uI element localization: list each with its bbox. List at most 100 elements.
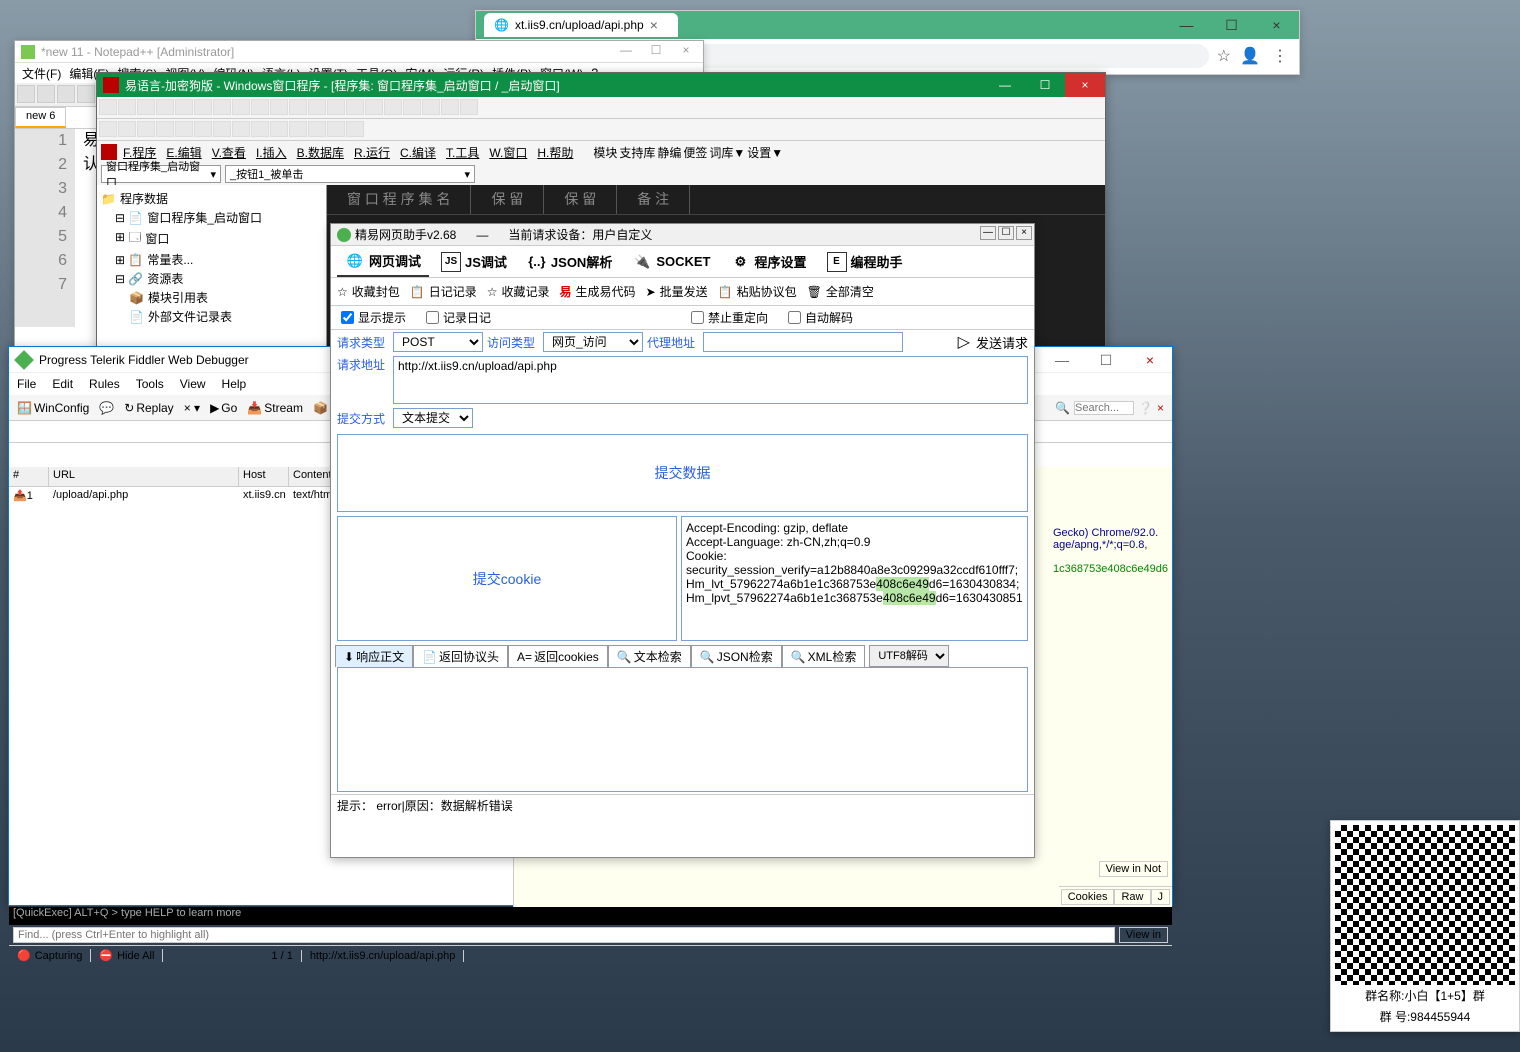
tree-root[interactable]: 📁 程序数据: [101, 189, 322, 208]
check-log[interactable]: 记录日记: [426, 309, 491, 326]
toolbar-button[interactable]: [308, 99, 326, 115]
close-icon[interactable]: ×: [1157, 401, 1164, 415]
toolbar-button[interactable]: [384, 99, 402, 115]
close-button[interactable]: ×: [1254, 11, 1299, 39]
chrome-tab[interactable]: 🌐 xt.iis9.cn/upload/api.php ×: [484, 13, 678, 37]
tree-item[interactable]: ⊞ 📋 常量表...: [101, 250, 322, 269]
close-button[interactable]: ×: [671, 43, 701, 61]
menu-item[interactable]: 词库▼: [709, 144, 745, 161]
replay-button[interactable]: ↻ Replay: [120, 401, 177, 415]
action-favorites[interactable]: ☆收藏记录: [487, 283, 550, 300]
tree-item[interactable]: ⊟ 🔗 资源表: [101, 269, 322, 288]
view-notepad-button[interactable]: View in Not: [1099, 861, 1168, 877]
toolbar-button[interactable]: [365, 99, 383, 115]
capturing-status[interactable]: 🔴 Capturing: [9, 949, 91, 962]
toolbar-button[interactable]: [156, 99, 174, 115]
maximize-button[interactable]: ☐: [998, 226, 1014, 240]
help-icon[interactable]: ❔: [1138, 401, 1153, 415]
tab-web-debug[interactable]: 🌐网页调试: [337, 247, 429, 277]
toolbar-button[interactable]: [460, 99, 478, 115]
json-tab[interactable]: J: [1151, 889, 1171, 905]
toolbar-button[interactable]: [175, 99, 193, 115]
toolbar-button[interactable]: [403, 99, 421, 115]
menu-item[interactable]: W.窗口: [485, 144, 531, 161]
quickexec-bar[interactable]: [QuickExec] ALT+Q > type HELP to learn m…: [9, 907, 1172, 925]
encoding-select[interactable]: UTF8解码: [869, 645, 949, 667]
menu-item[interactable]: Help: [222, 377, 247, 391]
menu-item[interactable]: File: [17, 377, 36, 391]
maximize-button[interactable]: ☐: [641, 43, 671, 61]
toolbar-button[interactable]: [441, 99, 459, 115]
tree-item[interactable]: ⊟ 📄 窗口程序集_启动窗口: [101, 208, 322, 227]
col-host[interactable]: Host: [239, 467, 289, 486]
winconfig-button[interactable]: 🪟 WinConfig: [13, 401, 93, 415]
toolbar-button[interactable]: [156, 121, 174, 137]
remove-button[interactable]: × ▾: [180, 401, 204, 415]
toolbar-button[interactable]: [194, 99, 212, 115]
toolbar-button[interactable]: [17, 85, 35, 103]
find-input[interactable]: [13, 927, 1115, 943]
minimize-button[interactable]: —: [1040, 347, 1084, 373]
comment-button[interactable]: 💬: [95, 401, 118, 415]
check-show-tip[interactable]: 显示提示: [341, 309, 406, 326]
close-icon[interactable]: ×: [650, 17, 658, 33]
toolbar-button[interactable]: [118, 99, 136, 115]
minimize-button[interactable]: —: [985, 73, 1025, 97]
toolbar-button[interactable]: [213, 99, 231, 115]
check-auto-decode[interactable]: 自动解码: [788, 309, 853, 326]
result-textarea[interactable]: [337, 667, 1028, 792]
menu-icon[interactable]: ⋮: [1269, 45, 1291, 67]
tab-response-headers[interactable]: 📄 返回协议头: [413, 645, 508, 667]
maximize-button[interactable]: ☐: [1209, 11, 1254, 39]
menu-item[interactable]: H.帮助: [533, 144, 577, 161]
cookie-textarea[interactable]: Accept-Encoding: gzip, deflate Accept-La…: [681, 516, 1028, 641]
toolbar-button[interactable]: [213, 121, 231, 137]
toolbar-button[interactable]: [194, 121, 212, 137]
toolbar-button[interactable]: [37, 85, 55, 103]
menu-item[interactable]: 模块: [593, 144, 617, 161]
toolbar-button[interactable]: [232, 121, 250, 137]
toolbar-button[interactable]: [118, 121, 136, 137]
menu-item[interactable]: 静编: [657, 144, 681, 161]
menu-item[interactable]: 文件(F): [19, 65, 64, 82]
menu-item[interactable]: T.工具: [442, 144, 483, 161]
maximize-button[interactable]: ☐: [1084, 347, 1128, 373]
menu-item[interactable]: View: [180, 377, 206, 391]
menu-item[interactable]: 便签: [683, 144, 707, 161]
menu-item[interactable]: C.编译: [396, 144, 440, 161]
star-icon[interactable]: ☆: [1217, 46, 1231, 66]
tab-response-cookies[interactable]: A= 返回cookies: [508, 645, 608, 667]
tab-text-search[interactable]: 🔍 文本检索: [608, 645, 691, 667]
toolbar-button[interactable]: [251, 99, 269, 115]
user-icon[interactable]: 👤: [1239, 45, 1261, 67]
hide-all-button[interactable]: ⛔ Hide All: [91, 949, 163, 962]
action-paste-packet[interactable]: 📋粘贴协议包: [718, 283, 797, 300]
toolbar-button[interactable]: [308, 121, 326, 137]
tab-xml-search[interactable]: 🔍 XML检索: [782, 645, 866, 667]
tab-settings[interactable]: ⚙程序设置: [723, 248, 815, 276]
search-box[interactable]: 🔍 ❔ ×: [1051, 401, 1168, 415]
toolbar-button[interactable]: [327, 121, 345, 137]
toolbar-button[interactable]: [289, 99, 307, 115]
tree-item[interactable]: 📦 模块引用表: [101, 288, 322, 307]
toolbar-button[interactable]: [327, 99, 345, 115]
close-button[interactable]: ×: [1128, 347, 1172, 373]
menu-item[interactable]: B.数据库: [293, 144, 348, 161]
close-button[interactable]: ×: [1065, 73, 1105, 97]
menu-item[interactable]: R.运行: [350, 144, 394, 161]
action-clear-all[interactable]: 🗑全部清空: [807, 283, 874, 300]
class-dropdown[interactable]: 窗口程序集_启动窗口▾: [101, 165, 221, 183]
submit-cookie-label-box[interactable]: 提交cookie: [337, 516, 677, 641]
cookies-tab[interactable]: Cookies: [1061, 889, 1115, 905]
submit-data-box[interactable]: 提交数据: [337, 434, 1028, 512]
toolbar-button[interactable]: [137, 121, 155, 137]
toolbar-button[interactable]: [57, 85, 75, 103]
tree-item[interactable]: 📄 外部文件记录表: [101, 307, 322, 326]
tab-socket[interactable]: 🔌SOCKET: [624, 248, 718, 276]
toolbar-button[interactable]: [99, 99, 117, 115]
toolbar-button[interactable]: [270, 121, 288, 137]
toolbar-button[interactable]: [137, 99, 155, 115]
method-dropdown[interactable]: _按钮1_被单击▾: [225, 165, 475, 183]
url-textarea[interactable]: http://xt.iis9.cn/upload/api.php: [393, 356, 1028, 404]
minimize-button[interactable]: —: [1164, 11, 1209, 39]
